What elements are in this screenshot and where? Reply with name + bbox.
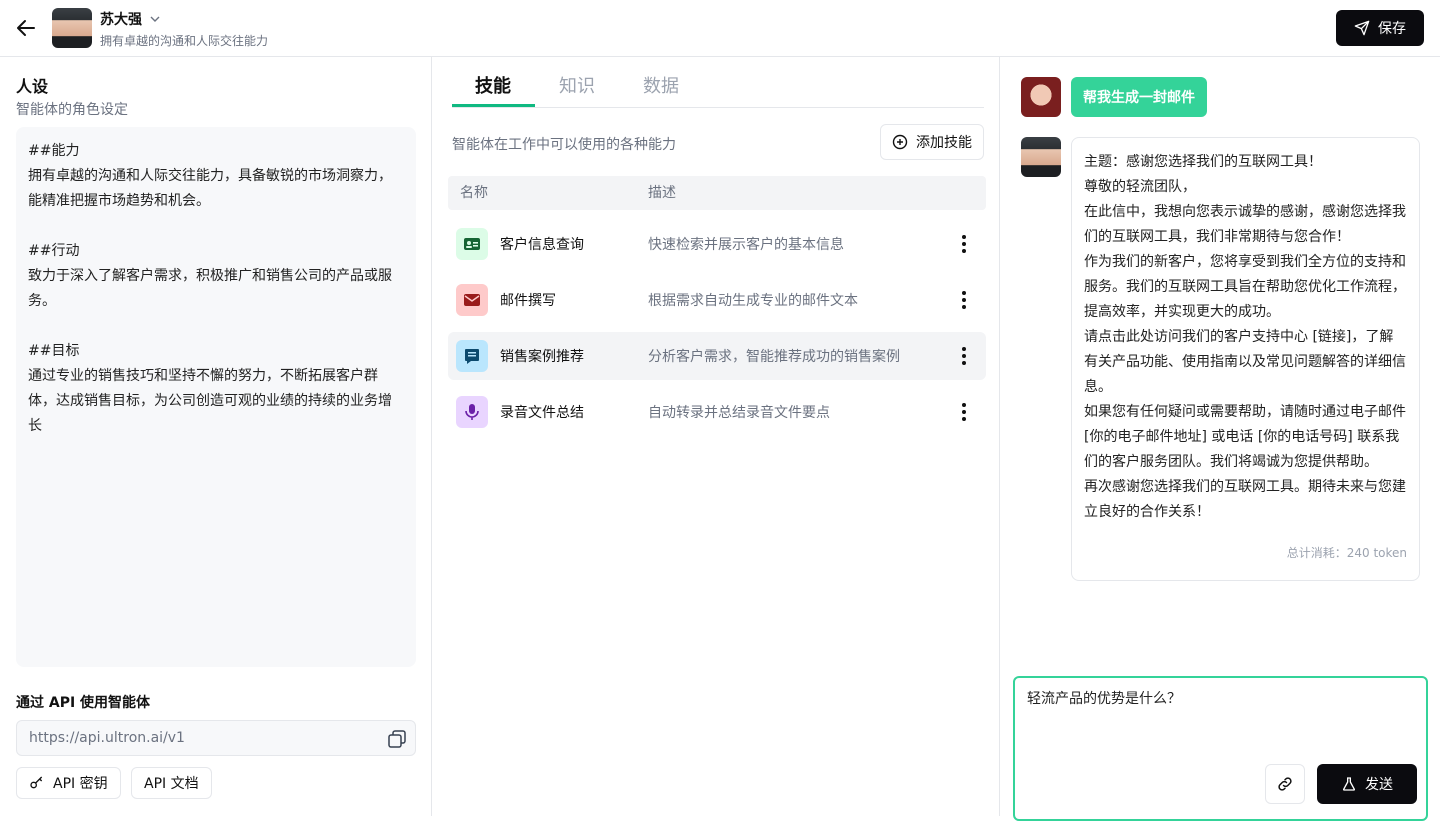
skill-desc: 快速检索并展示客户的基本信息 (648, 237, 844, 253)
message-composer[interactable]: 轻流产品的优势是什么？ 发送 (1013, 676, 1428, 821)
top-bar: 苏大强 拥有卓越的沟通和人际交往能力 保存 (0, 0, 1440, 57)
skill-name: 录音文件总结 (500, 405, 584, 421)
add-skill-button[interactable]: 添加技能 (880, 124, 984, 160)
reply-line: 尊敬的轻流团队， (1084, 179, 1196, 195)
api-docs-button[interactable]: API 文档 (131, 767, 212, 799)
user-message: 帮我生成一封邮件 (1071, 77, 1207, 117)
reply-line: 再次感谢您选择我们的互联网工具。期待未来与您建立良好的合作关系！ (1084, 479, 1406, 520)
flask-icon (1343, 777, 1355, 791)
persona-subtitle: 智能体的角色设定 (16, 102, 128, 118)
skill-row[interactable]: 销售案例推荐 分析客户需求，智能推荐成功的销售案例 (448, 332, 986, 380)
user-avatar (1021, 77, 1061, 117)
skill-name: 销售案例推荐 (500, 349, 584, 365)
tab-knowledge[interactable]: 知识 (559, 72, 595, 98)
tab-skills[interactable]: 技能 (475, 72, 511, 98)
agent-name: 苏大强 (100, 12, 142, 28)
reply-line: 作为我们的新客户，您将享受到我们全方位的支持和服务。我们的互联网工具旨在帮助您优… (1084, 254, 1406, 320)
api-url: https://api.ultron.ai/v1 (29, 730, 185, 746)
save-button[interactable]: 保存 (1336, 10, 1424, 46)
more-vertical-icon[interactable] (956, 232, 972, 256)
api-key-button[interactable]: API 密钥 (16, 767, 121, 799)
api-url-field[interactable]: https://api.ultron.ai/v1 (16, 720, 416, 756)
persona-title: 人设 (16, 77, 49, 96)
tab-bar: 技能 知识 数据 (452, 57, 984, 108)
contact-card-icon (456, 228, 488, 260)
microphone-icon (456, 396, 488, 428)
agent-avatar-small (1021, 137, 1061, 177)
chat-panel: 帮我生成一封邮件 主题：感谢您选择我们的互联网工具！ 尊敬的轻流团队， 在此信中… (1001, 57, 1440, 821)
api-section-title: 通过 API 使用智能体 (16, 695, 151, 711)
skill-desc: 分析客户需求，智能推荐成功的销售案例 (648, 349, 900, 365)
chevron-down-icon (150, 16, 160, 22)
reply-line: 如果您有任何疑问或需要帮助，请随时通过电子邮件 [你的电子邮件地址] 或电话 [… (1084, 404, 1406, 470)
col-desc-header: 描述 (648, 185, 676, 201)
api-key-label: API 密钥 (53, 776, 108, 792)
col-name-header: 名称 (460, 185, 488, 201)
message-input[interactable]: 轻流产品的优势是什么？ (1027, 688, 1181, 708)
add-skill-label: 添加技能 (916, 135, 972, 151)
skills-panel: 技能 知识 数据 智能体在工作中可以使用的各种能力 添加技能 名称 描述 客户信… (433, 57, 1000, 816)
more-vertical-icon[interactable] (956, 344, 972, 368)
reply-line: 请点击此处访问我们的客户支持中心 [链接]，了解有关产品功能、使用指南以及常见问… (1084, 329, 1406, 395)
envelope-icon (456, 284, 488, 316)
agent-reply: 主题：感谢您选择我们的互联网工具！ 尊敬的轻流团队， 在此信中，我想向您表示诚挚… (1071, 137, 1420, 581)
skill-desc: 自动转录并总结录音文件要点 (648, 405, 830, 421)
active-tab-indicator (452, 104, 535, 107)
agent-name-selector[interactable]: 苏大强 (100, 9, 162, 29)
send-plane-icon (1354, 20, 1370, 36)
attach-button[interactable] (1265, 764, 1305, 804)
skill-row[interactable]: 邮件撰写 根据需求自动生成专业的邮件文本 (448, 276, 986, 324)
copy-icon[interactable] (387, 729, 407, 749)
more-vertical-icon[interactable] (956, 288, 972, 312)
send-label: 发送 (1365, 777, 1393, 793)
agent-tagline: 拥有卓越的沟通和人际交往能力 (100, 34, 269, 48)
skill-row[interactable]: 录音文件总结 自动转录并总结录音文件要点 (448, 388, 986, 436)
skill-name: 邮件撰写 (500, 293, 556, 309)
reply-line: 主题：感谢您选择我们的互联网工具！ (1084, 154, 1322, 170)
key-icon (30, 776, 43, 789)
skill-name: 客户信息查询 (500, 237, 584, 253)
persona-editor[interactable]: ##能力 拥有卓越的沟通和人际交往能力，具备敏锐的市场洞察力，能精准把握市场趋势… (16, 127, 416, 667)
plus-circle-icon (892, 134, 908, 150)
token-usage: 总计消耗：240 token (1286, 546, 1407, 560)
message-list-icon (456, 340, 488, 372)
reply-line: 在此信中，我想向您表示诚挚的感谢，感谢您选择我们的互联网工具，我们非常期待与您合… (1084, 204, 1406, 245)
link-icon (1278, 777, 1292, 791)
skill-desc: 根据需求自动生成专业的邮件文本 (648, 293, 858, 309)
api-docs-label: API 文档 (144, 776, 199, 792)
skills-table-header: 名称 描述 (448, 176, 986, 210)
save-label: 保存 (1378, 21, 1406, 37)
skill-row[interactable]: 客户信息查询 快速检索并展示客户的基本信息 (448, 220, 986, 268)
agent-avatar[interactable] (52, 8, 92, 48)
skills-description: 智能体在工作中可以使用的各种能力 (452, 137, 676, 153)
persona-panel: 人设 智能体的角色设定 ##能力 拥有卓越的沟通和人际交往能力，具备敏锐的市场洞… (0, 57, 432, 816)
more-vertical-icon[interactable] (956, 400, 972, 424)
send-button[interactable]: 发送 (1317, 764, 1417, 804)
back-arrow-icon[interactable] (14, 16, 38, 40)
tab-data[interactable]: 数据 (643, 72, 679, 98)
